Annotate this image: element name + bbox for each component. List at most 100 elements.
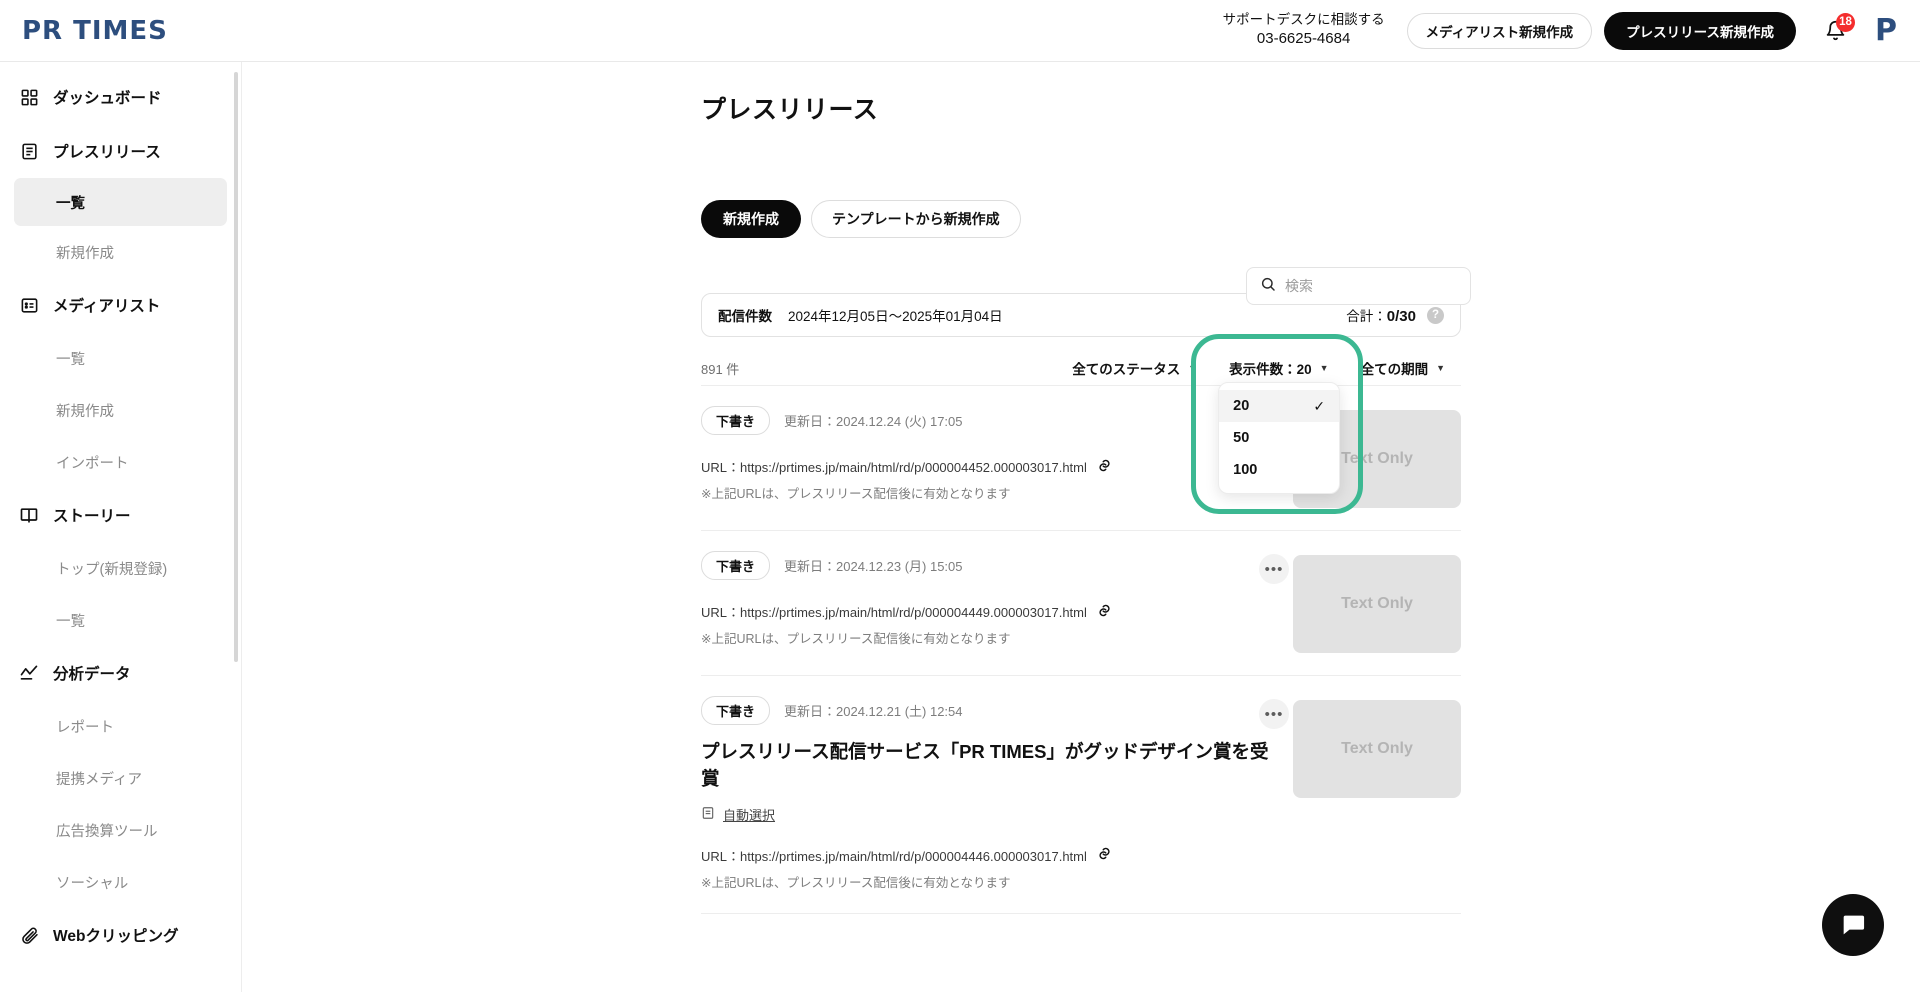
table-row[interactable]: 下書き 更新日：2024.12.21 (土) 12:54 プレスリリース配信サー… [701,675,1461,913]
sidebar-item-medialist-import[interactable]: インポート [0,436,241,488]
sidebar-item-web-clipping[interactable]: Webクリッピング [0,908,241,962]
status-filter-dropdown[interactable]: 全てのステータス ▼ [1056,352,1213,384]
sidebar-item-analytics-partner-media[interactable]: 提携メディア [0,752,241,804]
sidebar: ダッシュボード プレスリリース 一覧 新規作成 メディアリスト 一覧 新規作成 … [0,62,242,992]
display-count-menu: 20 ✓ 50 100 [1218,382,1341,494]
display-count-option-100[interactable]: 100 [1219,454,1339,486]
chevron-down-icon: ▼ [1188,363,1198,373]
display-count-label: 表示件数：20 [1229,362,1312,377]
chevron-down-icon: ▼ [1319,363,1329,373]
option-label: 100 [1233,462,1258,478]
updated-date: 更新日：2024.12.21 (土) 12:54 [784,704,963,719]
display-count-option-50[interactable]: 50 [1219,422,1339,454]
sidebar-item-medialist-new[interactable]: 新規作成 [0,384,241,436]
sidebar-item-label: Webクリッピング [53,928,179,945]
new-release-button[interactable]: 新規作成 [701,200,801,238]
search-input[interactable] [1285,278,1445,294]
sidebar-item-press-release[interactable]: プレスリリース [0,124,241,178]
page-actions: 新規作成 テンプレートから新規作成 [701,200,1461,238]
ellipsis-icon[interactable]: ••• [1259,554,1289,584]
sidebar-item-press-release-list[interactable]: 一覧 [14,178,227,226]
table-row[interactable]: 下書き 更新日：2024.12.23 (月) 15:05 URL：https:/… [701,530,1461,675]
link-icon[interactable] [1097,603,1112,621]
distribution-total-value: 0/30 [1386,308,1416,325]
display-count-dropdown-anchor: 表示件数：20 ▼ 20 ✓ 50 100 [1191,334,1364,514]
sidebar-child-label: インポート [56,455,129,472]
distribution-range: 2024年12月05日〜2025年01月04日 [788,309,1003,324]
create-medialist-button[interactable]: メディアリスト新規作成 [1406,12,1593,49]
main-content: プレスリリース 新規作成 テンプレートから新規作成 配信件数 2024年12月0… [242,62,1920,992]
auto-select-label[interactable]: 自動選択 [723,805,775,824]
release-url: URL：https://prtimes.jp/main/html/rd/p/00… [701,457,1273,476]
sidebar-item-medialist[interactable]: メディアリスト [0,278,241,332]
release-note: ※上記URLは、プレスリリース配信後に有効となります [701,487,1011,501]
release-meta: 下書き 更新日：2024.12.24 (火) 17:05 [701,406,1273,435]
sidebar-child-label: 広告換算ツール [56,823,158,840]
dashboard-icon [18,86,40,108]
prtimes-logo[interactable]: PR TIMES [22,16,168,46]
sidebar-child-label: 新規作成 [56,403,114,420]
sidebar-item-story-top[interactable]: トップ(新規登録) [0,542,241,594]
release-url-text: URL：https://prtimes.jp/main/html/rd/p/00… [701,460,1087,475]
release-thumbnail: Text Only [1293,700,1461,798]
sidebar-item-story[interactable]: ストーリー [0,488,241,542]
header-actions: サポートデスクに相談する 03-6625-4684 メディアリスト新規作成 プレ… [1222,11,1920,50]
release-info: 下書き 更新日：2024.12.21 (土) 12:54 プレスリリース配信サー… [701,696,1273,891]
sidebar-child-label: 新規作成 [56,245,114,262]
sidebar-item-analytics-report[interactable]: レポート [0,700,241,752]
notifications-button[interactable]: 18 [1822,12,1855,46]
sidebar-item-label: ストーリー [53,508,131,525]
press-release-page: プレスリリース 新規作成 テンプレートから新規作成 配信件数 2024年12月0… [701,62,1461,914]
release-url-text: URL：https://prtimes.jp/main/html/rd/p/00… [701,605,1087,620]
display-count-option-20[interactable]: 20 ✓ [1219,390,1340,422]
ellipsis-icon[interactable]: ••• [1259,699,1289,729]
sidebar-item-analytics[interactable]: 分析データ [0,646,241,700]
display-count-dropdown[interactable]: 表示件数：20 ▼ [1213,352,1344,384]
sidebar-item-medialist-list[interactable]: 一覧 [0,332,241,384]
link-icon[interactable] [1097,846,1112,864]
chat-support-button[interactable] [1822,894,1884,956]
analytics-icon [18,662,40,684]
option-label: 50 [1233,430,1250,446]
sidebar-item-analytics-social[interactable]: ソーシャル [0,856,241,908]
sidebar-item-analytics-ad-value-tool[interactable]: 広告換算ツール [0,804,241,856]
sidebar-child-label: ソーシャル [56,875,129,892]
period-filter-dropdown[interactable]: 全ての期間 ▼ [1345,352,1461,384]
sidebar-group-web-clipping: Webクリッピング [0,908,241,962]
check-icon: ✓ [1313,397,1326,414]
period-filter-label: 全ての期間 [1360,362,1429,377]
release-info: 下書き 更新日：2024.12.23 (月) 15:05 URL：https:/… [701,551,1273,653]
medialist-icon [18,294,40,316]
sidebar-item-press-release-new[interactable]: 新規作成 [0,226,241,278]
status-badge: 下書き [701,696,771,725]
create-press-release-button[interactable]: プレスリリース新規作成 [1604,11,1796,50]
table-row[interactable]: 下書き 更新日：2024.12.24 (火) 17:05 URL：https:/… [701,385,1461,530]
sidebar-group-dashboard: ダッシュボード [0,70,241,124]
link-icon[interactable] [1097,458,1112,476]
sidebar-group-press-release: プレスリリース 一覧 新規作成 [0,124,241,278]
release-note: ※上記URLは、プレスリリース配信後に有効となります [701,875,1011,890]
chat-bubble-icon [1843,915,1865,935]
search-box[interactable] [1246,267,1471,305]
release-url-text: URL：https://prtimes.jp/main/html/rd/p/00… [701,848,1087,864]
status-badge: 下書き [701,406,771,435]
avatar[interactable]: P [1870,15,1902,47]
release-title[interactable]: プレスリリース配信サービス「PR TIMES」がグッドデザイン賞を受賞 [701,739,1273,793]
sidebar-item-dashboard[interactable]: ダッシュボード [0,70,241,124]
support-desk-label: サポートデスクに相談する [1222,12,1385,28]
document-icon [18,140,40,162]
sidebar-item-label: ダッシュボード [53,90,162,107]
distribution-total: 合計：0/30 [1346,305,1416,325]
auto-select-row[interactable]: 自動選択 [701,805,1273,824]
release-thumbnail: Text Only [1293,555,1461,653]
sidebar-item-label: メディアリスト [53,298,161,315]
sidebar-child-label: 一覧 [56,195,85,212]
result-count: 891 件 [701,361,740,377]
new-from-template-button[interactable]: テンプレートから新規作成 [811,200,1021,238]
sidebar-scrollbar[interactable] [234,72,238,662]
help-icon[interactable]: ? [1427,306,1444,324]
sidebar-child-label: レポート [56,719,114,736]
notification-badge: 18 [1836,12,1855,32]
sidebar-item-story-list[interactable]: 一覧 [0,594,241,646]
sidebar-child-label: 提携メディア [56,771,142,788]
